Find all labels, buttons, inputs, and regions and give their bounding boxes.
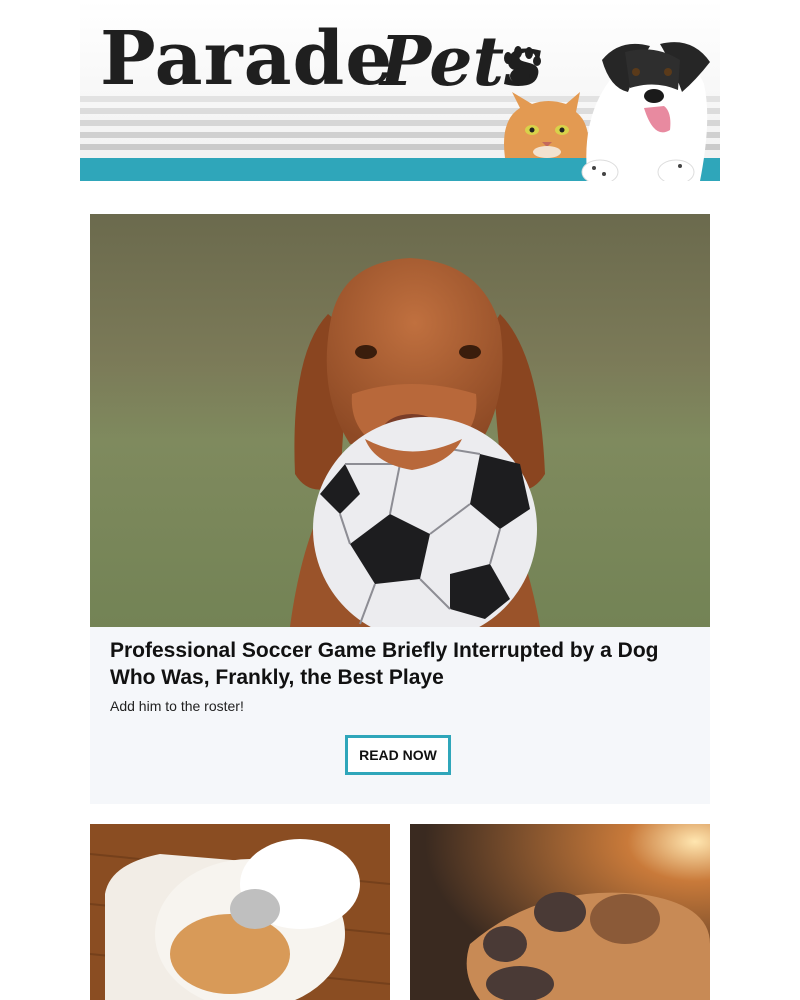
- article-thumbnail-cat[interactable]: [90, 824, 390, 1000]
- hero-article-title[interactable]: Professional Soccer Game Briefly Interru…: [110, 637, 690, 691]
- hero-article-image[interactable]: [90, 214, 710, 627]
- hero-article-subtitle: Add him to the roster!: [110, 698, 244, 714]
- cat-on-pet-bed-photo: [90, 824, 390, 1000]
- read-now-button[interactable]: READ NOW: [345, 735, 451, 775]
- header-banner[interactable]: Parade Pets: [80, 0, 720, 181]
- hero-article-card: Professional Soccer Game Briefly Interru…: [90, 627, 710, 804]
- cat-illustration: [504, 92, 589, 158]
- dog-paw-photo: [410, 824, 710, 1000]
- dog-with-soccer-ball-photo: [90, 214, 710, 627]
- article-thumbnail-paw[interactable]: [410, 824, 710, 1000]
- banner-pets-illustration: [504, 42, 710, 181]
- paw-icon: [504, 46, 541, 84]
- dog-illustration: [581, 42, 710, 181]
